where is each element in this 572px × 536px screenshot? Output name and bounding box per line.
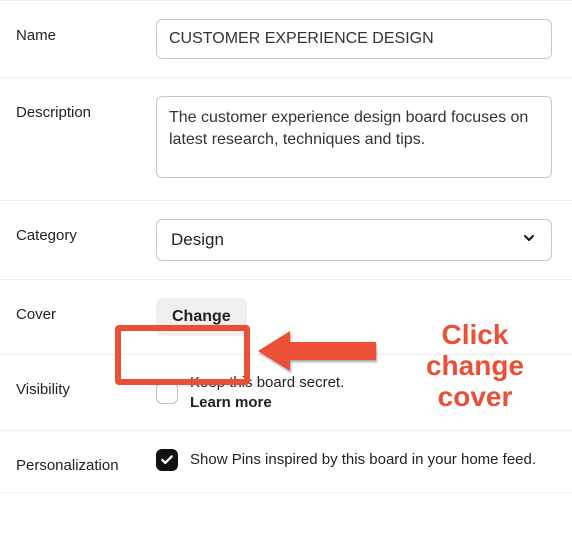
row-visibility: Visibility Keep this board secret. Learn…	[0, 354, 572, 430]
visibility-text: Keep this board secret. Learn more	[190, 373, 344, 412]
label-cover: Cover	[16, 298, 156, 323]
label-category: Category	[16, 219, 156, 244]
row-cover: Cover Change	[0, 279, 572, 354]
row-category: Category Design	[0, 200, 572, 279]
chevron-down-icon	[521, 230, 537, 250]
label-description: Description	[16, 96, 156, 121]
learn-more-link[interactable]: Learn more	[190, 394, 272, 411]
name-input[interactable]	[156, 19, 552, 59]
category-selected-value: Design	[171, 230, 224, 250]
row-personalization: Personalization Show Pins inspired by th…	[0, 430, 572, 493]
label-visibility: Visibility	[16, 373, 156, 398]
category-select[interactable]: Design	[156, 219, 552, 261]
label-name: Name	[16, 19, 156, 44]
label-personalization: Personalization	[16, 449, 156, 474]
visibility-description: Keep this board secret.	[190, 374, 344, 391]
change-cover-button[interactable]: Change	[156, 298, 247, 336]
visibility-checkbox[interactable]	[156, 382, 178, 404]
personalization-checkbox[interactable]	[156, 449, 178, 471]
personalization-text: Show Pins inspired by this board in your…	[190, 450, 536, 470]
row-description: Description The customer experience desi…	[0, 77, 572, 200]
row-name: Name	[0, 0, 572, 77]
description-textarea[interactable]: The customer experience design board foc…	[156, 96, 552, 178]
